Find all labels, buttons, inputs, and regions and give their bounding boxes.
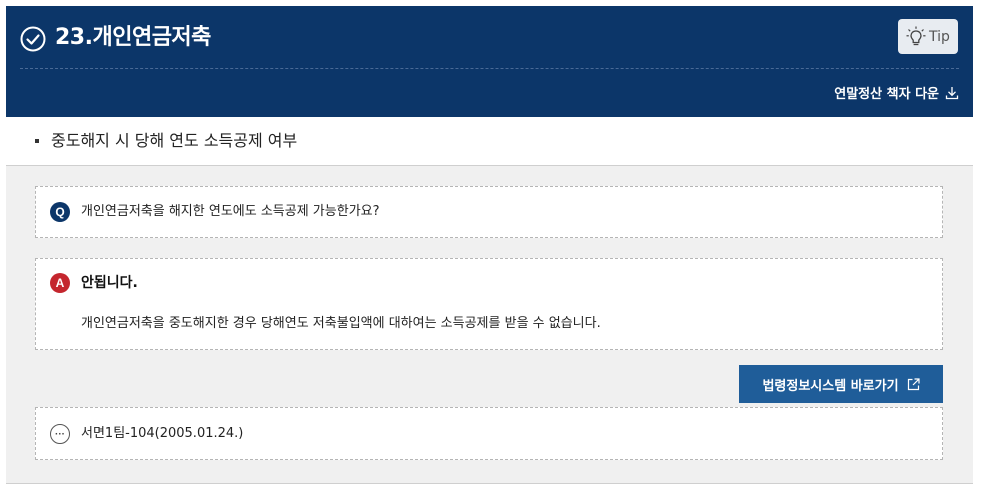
answer-headline: 안됩니다.	[81, 275, 138, 291]
header-divider	[20, 68, 959, 69]
reference-text: 서면1팀-104(2005.01.24.)	[81, 426, 244, 441]
answer-body: 개인연금저축을 중도해지한 경우 당해연도 저축불입액에 대하여는 소득공제를 …	[81, 316, 601, 331]
download-booklet-link[interactable]: 연말정산 책자 다운	[834, 83, 959, 102]
page-title: 23.개인연금저축	[55, 25, 211, 50]
section-header: 23.개인연금저축 Tip 연말정산 책자 다운	[6, 6, 973, 117]
tip-button-label: Tip	[929, 28, 950, 45]
download-icon	[945, 86, 959, 99]
subtitle-text: 중도해지 시 당해 연도 소득공제 여부	[51, 131, 298, 150]
download-booklet-label: 연말정산 책자 다운	[834, 87, 939, 102]
question-box: Q 개인연금저축을 해지한 연도에도 소득공제 가능한가요?	[35, 186, 943, 238]
page-container: 23.개인연금저축 Tip 연말정산 책자 다운 중도해지 시 당해 연도 소득…	[6, 6, 973, 484]
check-circle-icon	[20, 26, 46, 52]
bullet	[35, 139, 39, 143]
external-link-icon	[907, 377, 920, 390]
reference-box: ··· 서면1팀-104(2005.01.24.)	[35, 407, 943, 460]
qa-panel: Q 개인연금저축을 해지한 연도에도 소득공제 가능한가요? A 안됩니다. 개…	[6, 166, 973, 484]
law-info-system-label: 법령정보시스템 바로가기	[762, 378, 899, 394]
question-subtitle: 중도해지 시 당해 연도 소득공제 여부	[6, 117, 973, 166]
answer-box: A 안됩니다. 개인연금저축을 중도해지한 경우 당해연도 저축불입액에 대하여…	[35, 258, 943, 350]
tip-button[interactable]: Tip	[898, 19, 958, 54]
lightbulb-icon	[906, 26, 926, 45]
answer-badge: A	[50, 273, 70, 293]
law-info-system-button[interactable]: 법령정보시스템 바로가기	[739, 365, 943, 403]
question-badge: Q	[50, 202, 70, 222]
more-icon: ···	[50, 424, 70, 444]
question-text: 개인연금저축을 해지한 연도에도 소득공제 가능한가요?	[81, 204, 380, 219]
